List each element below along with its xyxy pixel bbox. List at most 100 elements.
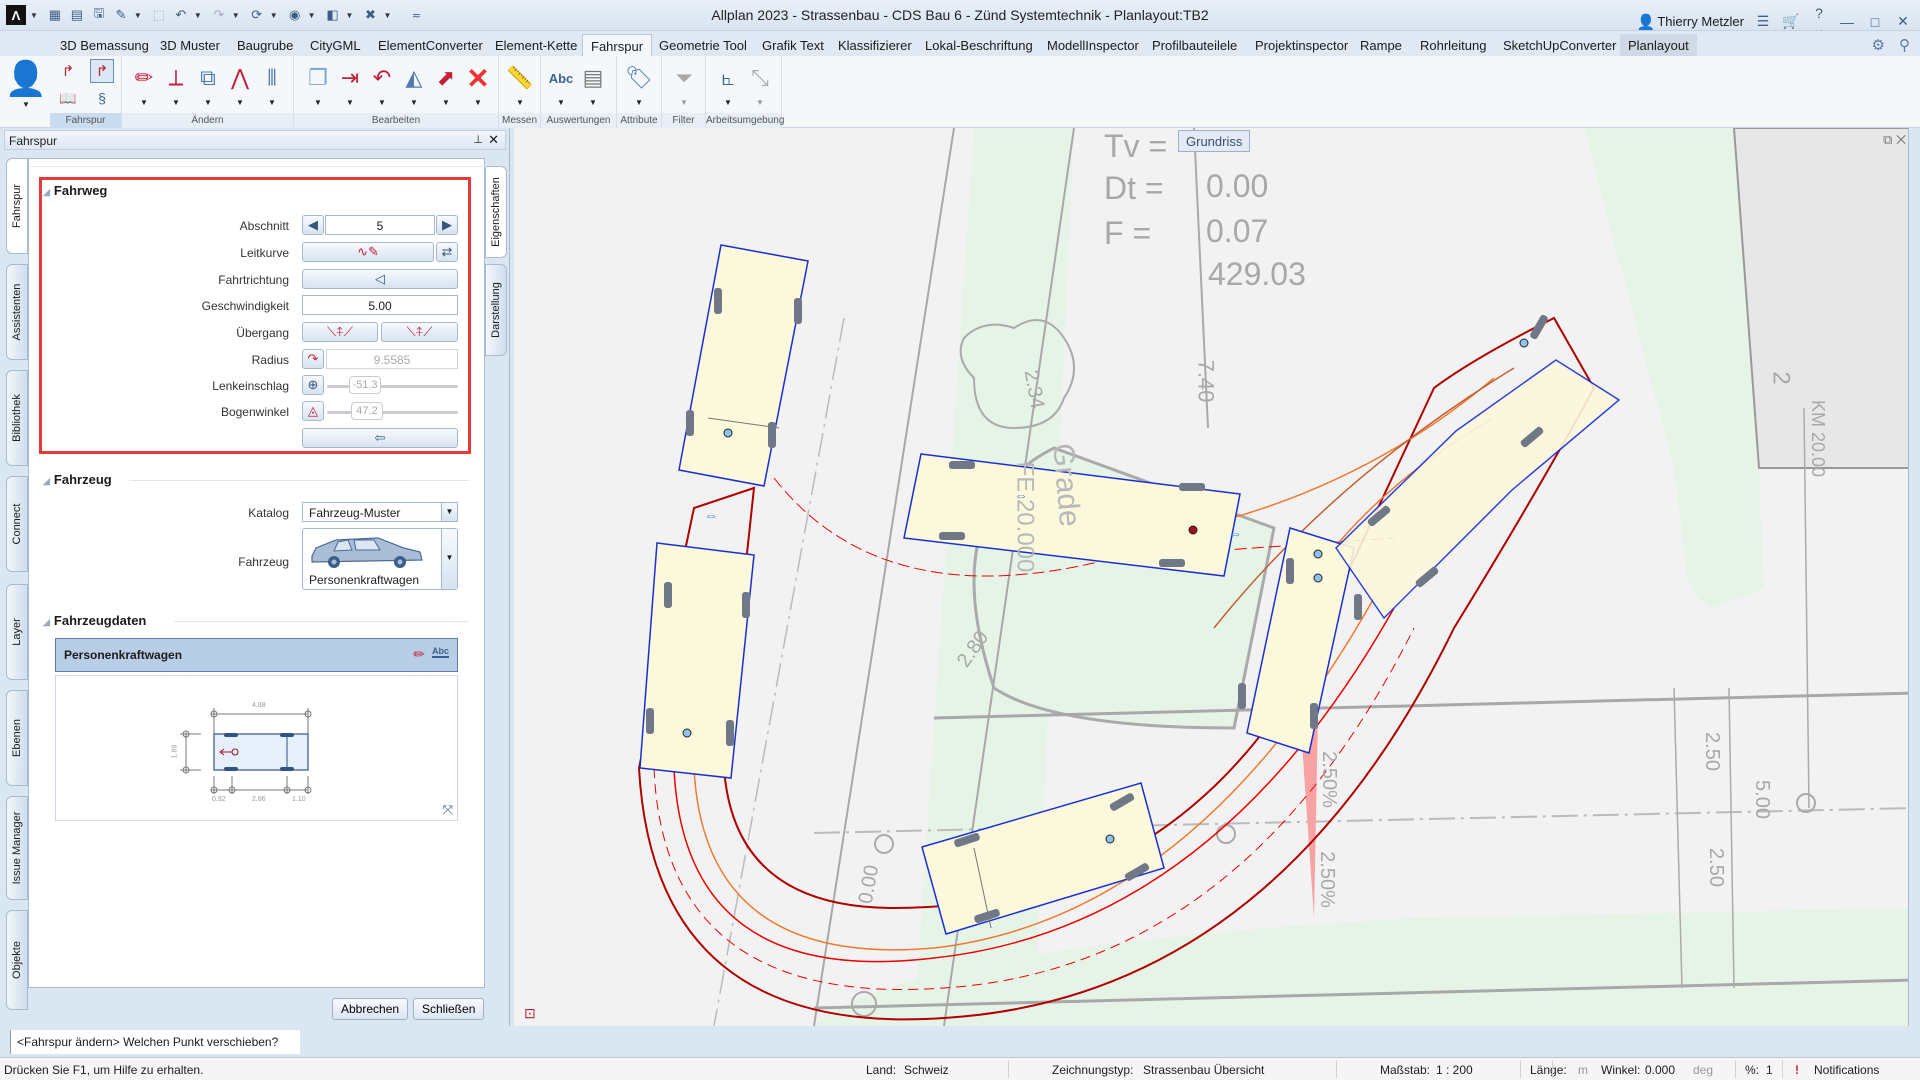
section-fahrweg[interactable]: ◢ Fahrweg	[43, 183, 107, 198]
tab-klassifizierer[interactable]: Klassifizierer	[830, 34, 920, 56]
tab-sketchupconverter[interactable]: SketchUpConverter	[1495, 34, 1624, 56]
close-icon[interactable]: ✕	[1894, 13, 1912, 30]
tab-geometrie-tool[interactable]: Geometrie Tool	[651, 34, 755, 56]
lenkeinschlag-button[interactable]: ⊕	[302, 375, 324, 395]
chevron-down-icon[interactable]: ▼	[464, 98, 492, 107]
tab-3d-muster[interactable]: 3D Muster	[152, 34, 228, 56]
fahrspur-paragraph-icon[interactable]: §	[90, 86, 114, 110]
abschnitt-next-button[interactable]: ▶	[436, 215, 458, 235]
abschnitt-prev-button[interactable]: ◀	[302, 215, 324, 235]
snap-point-icon[interactable]: ⊡	[524, 1005, 536, 1021]
chevron-down-icon[interactable]: ▼	[441, 503, 457, 521]
radius-button[interactable]: ↷	[302, 349, 324, 369]
fahrtrichtung-button[interactable]: ◁	[302, 269, 458, 289]
bogenwinkel-slider-thumb[interactable]: 47.2	[351, 402, 383, 420]
text-abc-icon[interactable]: Abc	[431, 646, 449, 658]
command-prompt[interactable]: <Fahrspur ändern> Welchen Punkt verschie…	[10, 1030, 300, 1054]
leitkurve-swap-button[interactable]: ⇄	[436, 242, 458, 262]
side-tab-issue-manager[interactable]: Issue Manager	[6, 796, 28, 900]
bogenwinkel-slider[interactable]	[327, 411, 458, 414]
join-icon[interactable]: ⫴	[258, 64, 286, 92]
chevron-down-icon[interactable]: ▼	[368, 98, 396, 107]
chevron-down-icon[interactable]: ▼	[162, 98, 190, 107]
tab-baugrube[interactable]: Baugrube	[229, 34, 301, 56]
gear-icon[interactable]: ⚙	[1872, 36, 1885, 54]
prop-tab-eigenschaften[interactable]: Eigenschaften	[485, 166, 507, 258]
close-icon[interactable]: ✕	[488, 132, 499, 148]
section-fahrzeug[interactable]: ◢ Fahrzeug	[43, 472, 112, 487]
filter-icon[interactable]: ⏷	[670, 64, 698, 92]
workspace-icon[interactable]: ⤡	[746, 64, 774, 92]
move-icon[interactable]: ⇥	[336, 64, 364, 92]
tab-citygml[interactable]: CityGML	[302, 34, 369, 56]
side-tab-fahrspur[interactable]: Fahrspur	[6, 158, 28, 254]
section-fahrzeugdaten[interactable]: ◢ Fahrzeugdaten	[43, 613, 146, 628]
tab-rohrleitung[interactable]: Rohrleitung	[1412, 34, 1495, 56]
tab-planlayout[interactable]: Planlayout	[1620, 34, 1697, 56]
scale-icon[interactable]: ⬈	[432, 64, 460, 92]
coordinate-system-icon[interactable]: ⦜	[714, 64, 742, 92]
land-value[interactable]: Schweiz	[904, 1063, 949, 1077]
minimize-icon[interactable]: —	[1838, 14, 1856, 30]
prop-tab-darstellung[interactable]: Darstellung	[485, 264, 507, 356]
fahrzeug-select[interactable]: Personenkraftwagen ▼	[302, 528, 458, 590]
vehicle-2[interactable]	[639, 542, 755, 779]
katalog-select[interactable]: Fahrzeug-Muster ▼	[302, 502, 458, 522]
resize-handle-icon[interactable]: ⇔	[1228, 525, 1242, 541]
bogenwinkel-button[interactable]: ◬	[302, 401, 324, 421]
chevron-down-icon[interactable]: ▼	[400, 98, 428, 107]
mirror-icon[interactable]: ◭	[400, 64, 428, 92]
close-button[interactable]: Schließen	[413, 998, 485, 1020]
modify-area-icon[interactable]: ⧉	[194, 64, 222, 92]
modify-point-icon[interactable]: ⟂	[162, 64, 190, 92]
chevron-down-icon[interactable]: ▼	[714, 98, 742, 107]
chevron-down-icon[interactable]: ▼	[336, 98, 364, 107]
notifications-button[interactable]: Notifications	[1814, 1063, 1879, 1077]
pencil-icon[interactable]: ✏	[130, 64, 158, 92]
text-abc-icon[interactable]: Abc	[547, 64, 575, 92]
fahrspur-new-icon[interactable]: ↱	[56, 59, 80, 83]
side-tab-connect[interactable]: Connect	[6, 476, 28, 572]
tab-element-kette[interactable]: Element-Kette	[487, 34, 585, 56]
attribute-tag-icon[interactable]: 🏷	[625, 64, 653, 92]
lenkeinschlag-slider-thumb[interactable]: -51.3	[349, 376, 381, 394]
side-tab-objekte[interactable]: Objekte	[6, 910, 28, 1010]
tab-elementconverter[interactable]: ElementConverter	[370, 34, 491, 56]
chevron-down-icon[interactable]: ▼	[441, 529, 457, 589]
report-icon[interactable]: ▤	[579, 64, 607, 92]
side-tab-assistenten[interactable]: Assistenten	[6, 264, 28, 360]
chevron-down-icon[interactable]: ▼	[258, 98, 286, 107]
tab-projektinspector[interactable]: Projektinspector	[1247, 34, 1356, 56]
user-icon[interactable]: 👤	[5, 60, 47, 98]
chevron-down-icon[interactable]: ▼	[670, 98, 698, 107]
side-tab-layer[interactable]: Layer	[6, 584, 28, 680]
cart-icon[interactable]: 🛒	[1782, 13, 1800, 30]
tab-lokal-beschriftung[interactable]: Lokal-Beschriftung	[917, 34, 1041, 56]
tab-profilbauteilele[interactable]: Profilbauteilele	[1144, 34, 1245, 56]
notification-icon[interactable]: !	[1795, 1063, 1799, 1077]
fit-view-icon[interactable]: ⤧	[443, 802, 453, 818]
vehicle-1[interactable]	[678, 244, 809, 487]
chevron-down-icon[interactable]: ▼	[547, 98, 575, 107]
ruler-icon[interactable]: 📏	[506, 64, 534, 92]
chevron-down-icon[interactable]: ▼	[506, 98, 534, 107]
menu-list-icon[interactable]: ☰	[1754, 13, 1772, 30]
side-tab-ebenen[interactable]: Ebenen	[6, 690, 28, 786]
pencil-icon[interactable]: ✏	[413, 646, 425, 663]
chevron-down-icon[interactable]: ▼	[304, 98, 332, 107]
search-icon[interactable]: ⚲	[1899, 36, 1910, 54]
chevron-down-icon[interactable]: ▼	[746, 98, 774, 107]
vehicle-5[interactable]	[1313, 314, 1621, 620]
rotate-icon[interactable]: ↶	[368, 64, 396, 92]
restore-window-icon[interactable]: ⧉	[1883, 132, 1892, 147]
tab-rampe[interactable]: Rampe	[1352, 34, 1410, 56]
laenge-unit[interactable]: m	[1578, 1063, 1588, 1077]
cancel-button[interactable]: Abbrechen	[332, 998, 409, 1020]
view-type-tag[interactable]: Grundriss	[1178, 130, 1251, 152]
side-tab-bibliothek[interactable]: Bibliothek	[6, 370, 28, 466]
maximize-icon[interactable]: □	[1866, 14, 1884, 30]
uebergang-start-button[interactable]: ⟍⍏⟋	[302, 322, 378, 342]
abschnitt-input[interactable]: 5	[325, 215, 435, 235]
chevron-down-icon[interactable]: ▼	[194, 98, 222, 107]
percent-value[interactable]: 1	[1766, 1063, 1773, 1077]
